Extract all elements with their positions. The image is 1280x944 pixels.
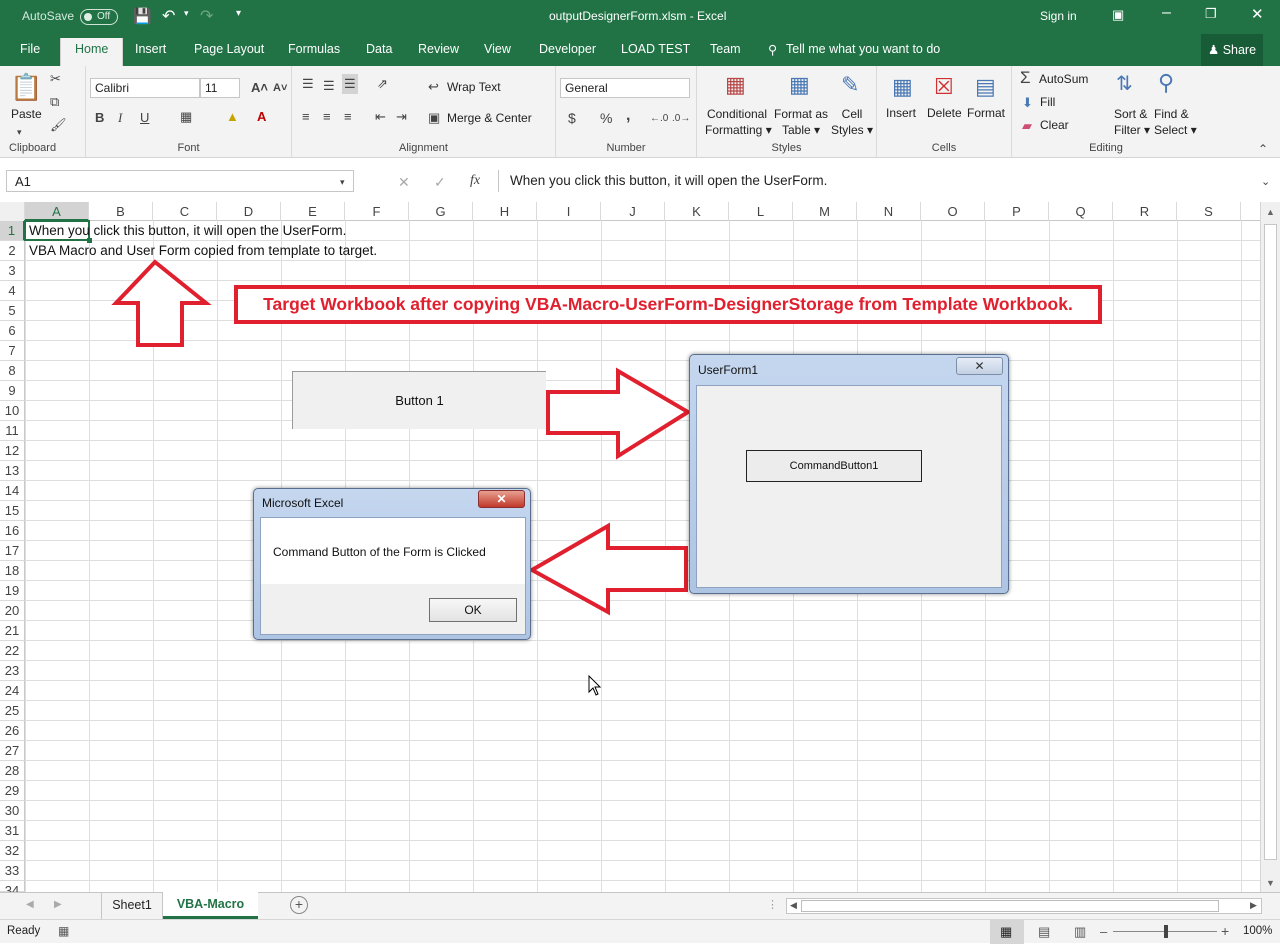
normal-view-button[interactable]: ▦: [990, 920, 1024, 944]
sheet-tab-splitter-icon[interactable]: ⋮: [767, 898, 778, 911]
sheet-tab-vba-macro[interactable]: VBA-Macro: [163, 892, 258, 919]
horizontal-scroll-thumb[interactable]: [801, 900, 1219, 912]
next-sheet-icon[interactable]: ▶: [54, 899, 62, 910]
prev-sheet-icon[interactable]: ◀: [26, 899, 34, 910]
vertical-scrollbar[interactable]: ▲ ▼: [1260, 202, 1280, 892]
userform-title: UserForm1: [698, 363, 759, 377]
normal-view-icon: ▦: [1000, 924, 1013, 939]
status-ready: Ready: [7, 925, 41, 937]
page-layout-view-icon[interactable]: ▤: [1038, 924, 1050, 940]
status-bar: Ready ▦ ▦ ▤ ▥ – + 100%: [0, 919, 1280, 944]
close-icon: ✕: [974, 359, 985, 373]
annotation-banner: Target Workbook after copying VBA-Macro-…: [234, 285, 1102, 324]
vertical-scroll-thumb[interactable]: [1264, 224, 1277, 860]
userform-window: UserForm1 ✕ CommandButton1: [689, 354, 1009, 594]
userform-client-area: CommandButton1: [696, 385, 1002, 588]
macro-recording-icon[interactable]: ▦: [58, 924, 69, 938]
right-arrow-to-userform: [546, 367, 692, 460]
message-box-window: Microsoft Excel ✕ Command Button of the …: [253, 488, 531, 640]
sheet-tab-sheet1[interactable]: Sheet1: [101, 893, 163, 919]
add-sheet-icon[interactable]: +: [290, 896, 308, 914]
scroll-right-icon[interactable]: ▶: [1250, 900, 1257, 911]
page-break-view-icon[interactable]: ▥: [1074, 924, 1086, 940]
annotation-arrows: [111, 259, 692, 616]
up-arrow: [111, 259, 212, 347]
scroll-left-icon[interactable]: ◀: [790, 900, 797, 911]
scroll-up-icon[interactable]: ▲: [1266, 207, 1275, 217]
message-text: Command Button of the Form is Clicked: [273, 545, 486, 559]
command-button-1[interactable]: CommandButton1: [746, 450, 922, 482]
message-box-title: Microsoft Excel: [262, 496, 344, 510]
horizontal-scrollbar[interactable]: ◀ ▶: [786, 898, 1262, 914]
zoom-in-icon[interactable]: +: [1221, 923, 1229, 939]
scroll-down-icon[interactable]: ▼: [1266, 878, 1275, 888]
sheet-tab-bar: ◀ ▶ Sheet1 VBA-Macro + ⋮ ◀ ▶: [0, 892, 1280, 919]
button-1[interactable]: Button 1: [292, 371, 546, 429]
zoom-level[interactable]: 100%: [1243, 925, 1272, 937]
zoom-slider-thumb[interactable]: [1164, 925, 1168, 938]
message-box-close-button[interactable]: ✕: [478, 490, 525, 508]
mouse-cursor-icon: [588, 675, 602, 696]
close-icon: ✕: [496, 492, 507, 506]
left-arrow-to-msgbox: [527, 522, 688, 616]
zoom-out-icon[interactable]: –: [1100, 924, 1107, 939]
message-box-client: Command Button of the Form is Clicked OK: [260, 517, 526, 635]
ok-button[interactable]: OK: [429, 598, 517, 622]
userform-close-button[interactable]: ✕: [956, 357, 1003, 375]
